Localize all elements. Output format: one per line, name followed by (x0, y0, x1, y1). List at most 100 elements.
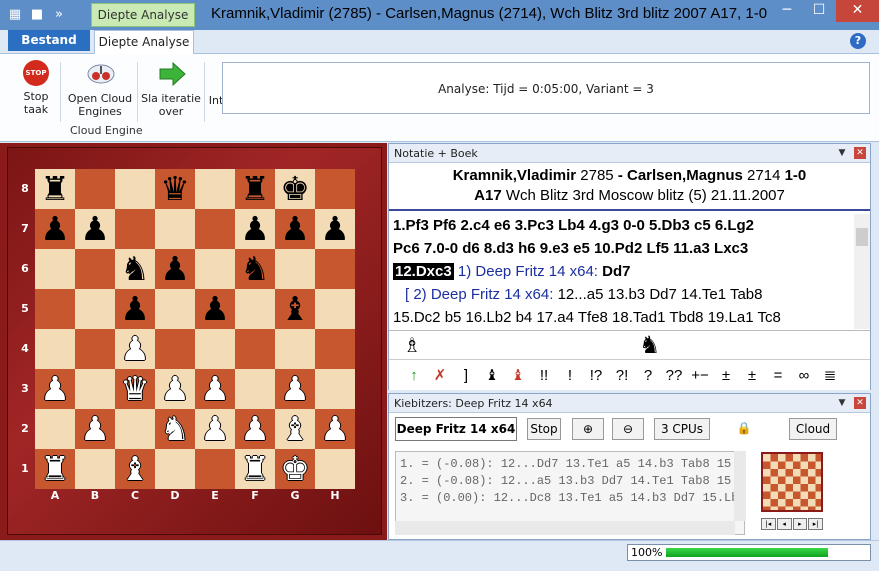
engine-name-box[interactable]: Deep Fritz 14 x64 (395, 417, 517, 441)
lock-icon[interactable]: 🔒 (736, 418, 752, 440)
close-icon[interactable]: ✕ (854, 147, 866, 159)
board-square[interactable]: ♟ (235, 209, 275, 249)
board-square[interactable]: ♟ (275, 369, 315, 409)
annotation-button[interactable]: ∞ (791, 367, 817, 384)
white-rook-icon[interactable]: ♜ (240, 449, 270, 488)
board-square[interactable]: ♚ (275, 169, 315, 209)
board-square[interactable]: ♟ (155, 369, 195, 409)
annotation-button[interactable]: !! (531, 367, 557, 384)
board-square[interactable]: ♟ (315, 209, 355, 249)
board-square[interactable] (115, 169, 155, 209)
black-bishop-icon[interactable]: ♝ (280, 289, 310, 328)
board-square[interactable]: ♝ (275, 409, 315, 449)
board-square[interactable]: ♟ (35, 209, 75, 249)
board-square[interactable] (235, 329, 275, 369)
board-square[interactable] (315, 329, 355, 369)
board-square[interactable] (315, 369, 355, 409)
annotation-button[interactable]: ± (739, 367, 765, 384)
white-pawn-icon[interactable]: ♟ (240, 409, 270, 448)
engine-lines-vscroll[interactable] (734, 451, 746, 521)
dropdown-icon[interactable]: ▼ (836, 397, 848, 409)
annotation-button[interactable]: ! (557, 367, 583, 384)
board-square[interactable] (155, 209, 195, 249)
board-square[interactable] (235, 289, 275, 329)
board-square[interactable]: ♜ (235, 169, 275, 209)
annotation-button[interactable]: ♝ (479, 366, 505, 384)
minimize-button[interactable]: ─ (772, 0, 802, 22)
board-square[interactable] (155, 289, 195, 329)
annotation-button[interactable]: ?! (609, 367, 635, 384)
black-knight-icon[interactable]: ♞ (240, 249, 270, 288)
board-square[interactable]: ♛ (115, 369, 155, 409)
maximize-button[interactable]: ☐ (804, 0, 834, 22)
black-pawn-icon[interactable]: ♟ (200, 289, 230, 328)
black-king-icon[interactable]: ♚ (280, 169, 310, 208)
white-knight-icon[interactable]: ♞ (160, 409, 190, 448)
move-line[interactable]: 15.Dc2 b5 16.Lb2 b4 17.a4 Tfe8 18.Tad1 T… (393, 306, 853, 329)
annotation-button[interactable]: ] (453, 367, 479, 384)
zoom-in-icon[interactable]: ⊕ (572, 418, 604, 440)
zoom-out-icon[interactable]: ⊖ (612, 418, 644, 440)
tab-file[interactable]: Bestand (8, 30, 90, 51)
prev-move-button[interactable]: ◂ (776, 518, 792, 530)
board-square[interactable]: ♟ (195, 289, 235, 329)
save-icon[interactable]: ■ (28, 6, 46, 24)
help-icon[interactable]: ? (850, 33, 866, 49)
white-bishop-icon[interactable]: ♝ (120, 449, 150, 488)
board-square[interactable]: ♟ (35, 369, 75, 409)
board-square[interactable] (275, 329, 315, 369)
black-knight-icon[interactable]: ♞ (120, 249, 150, 288)
board-square[interactable] (195, 329, 235, 369)
black-queen-icon[interactable]: ♛ (160, 169, 190, 208)
move-line[interactable]: 12.Dxc3 1) Deep Fritz 14 x64: Dd7 (393, 260, 853, 283)
stop-task-button[interactable]: STOP Stop taak (14, 58, 58, 116)
board-square[interactable]: ♞ (155, 409, 195, 449)
board-square[interactable] (195, 249, 235, 289)
board-square[interactable]: ♛ (155, 169, 195, 209)
current-move[interactable]: 12.Dxc3 (393, 263, 454, 280)
board-square[interactable] (315, 289, 355, 329)
variation-moves[interactable]: 12...a5 13.b3 Dd7 14.Te1 Tab8 (558, 286, 763, 303)
engine-lines-hscroll[interactable] (395, 521, 735, 535)
board-square[interactable] (195, 169, 235, 209)
annotation-button[interactable]: ± (713, 367, 739, 384)
board-square[interactable] (315, 169, 355, 209)
annotation-button[interactable]: ?? (661, 367, 687, 384)
board-square[interactable] (75, 449, 115, 489)
variation-move[interactable]: Dd7 (602, 263, 630, 280)
last-move-button[interactable]: ▸| (808, 518, 823, 530)
cpus-button[interactable]: 3 CPUs (654, 418, 710, 440)
board-square[interactable] (35, 329, 75, 369)
black-pawn-icon[interactable]: ♟ (280, 209, 310, 248)
black-pawn-icon[interactable]: ♟ (160, 249, 190, 288)
annotation-button[interactable]: +− (687, 367, 713, 384)
board-square[interactable] (35, 289, 75, 329)
white-queen-icon[interactable]: ♛ (120, 369, 150, 408)
board-square[interactable] (195, 209, 235, 249)
board-square[interactable]: ♟ (315, 409, 355, 449)
board-square[interactable]: ♟ (155, 249, 195, 289)
board-square[interactable] (35, 249, 75, 289)
black-pawn-icon[interactable]: ♟ (40, 209, 70, 248)
chess-board[interactable]: ♜ ♛ ♜ ♚ ♟ ♟ ♟ ♟ ♟ ♞ ♟ ♞ ♟ ♟ ♝ ♟ ♟ ♛ ♟ ♟ ♟ ♟ ♞ ♟ ♟ ♝ ♟ ♜ ♝ ♜ ♚ (35, 169, 355, 489)
move-line[interactable]: 1.Pf3 Pf6 2.c4 e6 3.Pc3 Lb4 4.g3 0-0 5.D… (393, 214, 853, 237)
annotation-button[interactable]: !? (583, 367, 609, 384)
white-pawn-icon[interactable]: ♟ (280, 369, 310, 408)
board-square[interactable] (75, 169, 115, 209)
board-square[interactable]: ♟ (115, 289, 155, 329)
skip-iteration-button[interactable]: Sla iteratie over (139, 58, 203, 118)
board-square[interactable]: ♜ (35, 449, 75, 489)
move-line[interactable]: [ 2) Deep Fritz 14 x64: 12...a5 13.b3 Dd… (393, 283, 853, 306)
white-king-icon[interactable]: ♚ (280, 449, 310, 488)
white-pawn-icon[interactable]: ♟ (200, 409, 230, 448)
white-pawn-icon[interactable]: ♟ (200, 369, 230, 408)
board-square[interactable]: ♜ (235, 449, 275, 489)
annotation-button[interactable]: ≣ (817, 366, 843, 384)
black-pawn-icon[interactable]: ♟ (120, 289, 150, 328)
board-square[interactable]: ♟ (75, 209, 115, 249)
board-square[interactable] (115, 409, 155, 449)
variation-label[interactable]: 1) Deep Fritz 14 x64: (458, 263, 598, 280)
board-square[interactable]: ♜ (35, 169, 75, 209)
cloud-button[interactable]: Cloud (789, 418, 837, 440)
board-square[interactable] (115, 209, 155, 249)
